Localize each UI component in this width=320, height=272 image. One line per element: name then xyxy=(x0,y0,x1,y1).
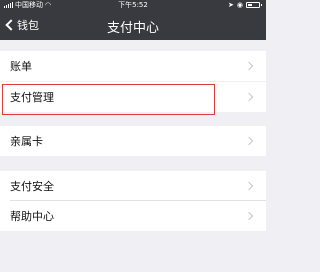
chevron-right-icon xyxy=(244,61,254,71)
alarm-icon: ◉ xyxy=(236,1,243,9)
chevron-right-icon xyxy=(244,136,254,146)
battery-icon xyxy=(246,2,262,8)
list-item-payment-security[interactable]: 支付安全 xyxy=(0,171,266,201)
navigation-bar: 钱包 支付中心 xyxy=(0,10,266,40)
status-right: ➤ ◉ xyxy=(228,0,262,10)
status-bar: 中国移动 ◠ 下午5:52 ➤ ◉ xyxy=(0,0,266,10)
list-item-label: 亲属卡 xyxy=(10,135,43,148)
top-bar: 中国移动 ◠ 下午5:52 ➤ ◉ 钱包 支付中心 xyxy=(0,0,266,40)
location-icon: ➤ xyxy=(228,1,234,9)
list-item-label: 账单 xyxy=(10,60,32,73)
chevron-right-icon xyxy=(244,92,254,102)
list-item-label: 支付管理 xyxy=(10,91,54,104)
chevron-right-icon xyxy=(244,181,254,191)
list-item-help-center[interactable]: 帮助中心 xyxy=(0,201,266,231)
payment-center-screen: 中国移动 ◠ 下午5:52 ➤ ◉ 钱包 支付中心 账单 支付管理 亲属卡 支付… xyxy=(0,0,266,272)
list-item-label: 支付安全 xyxy=(10,180,54,193)
list-item-family-card[interactable]: 亲属卡 xyxy=(0,126,266,156)
list-item-bill[interactable]: 账单 xyxy=(0,51,266,81)
chevron-right-icon xyxy=(244,211,254,221)
list-item-payment-management[interactable]: 支付管理 xyxy=(0,82,266,112)
list-item-label: 帮助中心 xyxy=(10,210,54,223)
page-title: 支付中心 xyxy=(106,21,159,36)
status-time: 下午5:52 xyxy=(118,1,148,9)
